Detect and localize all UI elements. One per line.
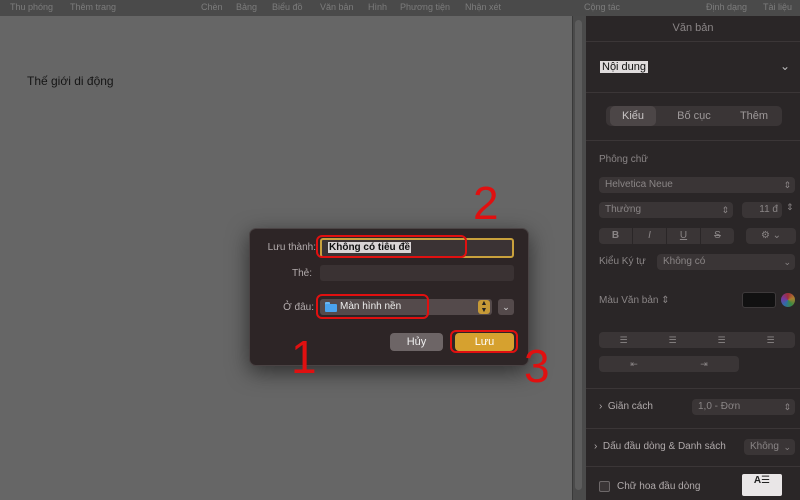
app-window: { "toolbar": { "items": ["Thu phóng", "T… bbox=[0, 0, 800, 500]
bold-button[interactable]: B bbox=[599, 228, 632, 244]
font-family-value: Helvetica Neue bbox=[605, 179, 673, 190]
spacing-select[interactable]: 1,0 - Đơn ⇕ bbox=[692, 399, 795, 415]
save-as-label: Lưu thành: bbox=[267, 242, 316, 253]
step-number-3: 3 bbox=[524, 340, 550, 392]
dropcap-checkbox[interactable] bbox=[599, 481, 610, 492]
step-number-1: 1 bbox=[291, 331, 317, 383]
bullets-value: Không bbox=[750, 441, 779, 452]
up-down-icon: ▲ ▼ bbox=[478, 300, 490, 314]
toolbar-collaborate[interactable]: Cộng tác bbox=[584, 2, 620, 12]
toolbar-text[interactable]: Văn bản bbox=[320, 2, 354, 12]
toolbar: Thu phóng Thêm trang Chèn Bảng Biểu đồ V… bbox=[0, 0, 800, 16]
divider bbox=[586, 92, 800, 93]
chevron-down-icon: ⌄ bbox=[502, 302, 510, 312]
tags-label: Thẻ: bbox=[291, 268, 312, 279]
italic-button[interactable]: I bbox=[633, 228, 666, 244]
expand-dialog-button[interactable]: ⌄ bbox=[498, 299, 514, 315]
chevron-down-icon: ⌄ bbox=[783, 257, 791, 267]
toolbar-chart[interactable]: Biểu đồ bbox=[272, 2, 303, 12]
dropcap-style-button[interactable]: A☰ bbox=[742, 474, 782, 496]
tab-more[interactable]: Thêm bbox=[730, 106, 778, 126]
char-style-value: Không có bbox=[663, 256, 706, 267]
step-number-2: 2 bbox=[473, 177, 499, 229]
divider bbox=[586, 466, 800, 467]
dropcap-preview-icon: A bbox=[753, 475, 762, 486]
font-style-select[interactable]: Thường ⇕ bbox=[599, 202, 733, 218]
divider bbox=[586, 41, 800, 42]
spacing-value: 1,0 - Đơn bbox=[698, 401, 741, 412]
text-options-button[interactable]: ⚙ ⌄ bbox=[746, 228, 796, 244]
gear-icon: ⚙ ⌄ bbox=[760, 230, 782, 241]
bullets-label: Dấu đầu dòng & Danh sách bbox=[602, 441, 726, 452]
inspector-title: Văn bản bbox=[672, 22, 714, 34]
toolbar-shape[interactable]: Hình bbox=[368, 2, 387, 12]
indent-buttons: ⇤ ⇥ bbox=[599, 356, 739, 372]
highlight-location bbox=[316, 294, 429, 319]
align-left-icon[interactable]: ☰ bbox=[599, 332, 648, 348]
scrollbar-thumb[interactable] bbox=[575, 20, 582, 490]
align-center-icon[interactable]: ☰ bbox=[648, 332, 697, 348]
tab-style[interactable]: Kiểu bbox=[610, 106, 656, 126]
highlight-save bbox=[450, 330, 518, 353]
strikethrough-button[interactable]: S bbox=[701, 228, 734, 244]
spacing-label: Giãn cách bbox=[607, 401, 653, 412]
alignment-buttons: ☰ ☰ ☰ ☰ bbox=[599, 332, 795, 348]
bullets-section-toggle[interactable]: › Dấu đầu dòng & Danh sách bbox=[594, 441, 726, 452]
underline-button[interactable]: U bbox=[667, 228, 700, 244]
highlight-filename bbox=[316, 235, 467, 258]
text-color-label-text: Màu Văn bản bbox=[599, 295, 659, 306]
font-style-value: Thường bbox=[605, 204, 642, 215]
toolbar-comment[interactable]: Nhận xét bbox=[465, 2, 501, 12]
stepper-icon[interactable]: ⇕ bbox=[786, 202, 794, 213]
document-body-text[interactable]: Thế giới di động bbox=[27, 74, 114, 88]
char-style-select[interactable]: Không có ⌄ bbox=[657, 254, 795, 270]
tags-input[interactable] bbox=[320, 265, 514, 281]
divider bbox=[586, 428, 800, 429]
up-down-icon: ⇕ bbox=[783, 180, 791, 190]
align-justify-icon[interactable]: ☰ bbox=[746, 332, 795, 348]
dropcap-label: Chữ hoa đầu dòng bbox=[617, 481, 701, 492]
where-label: Ở đâu: bbox=[283, 302, 314, 313]
toolbar-zoom[interactable]: Thu phóng bbox=[10, 2, 53, 12]
inspector-tabs: Kiểu Bố cục Thêm bbox=[606, 106, 782, 126]
font-section-label: Phông chữ bbox=[599, 154, 648, 165]
chevron-down-icon: ⌄ bbox=[779, 59, 790, 73]
cancel-button[interactable]: Hủy bbox=[390, 333, 443, 351]
font-size-field[interactable]: 11 đ bbox=[742, 202, 782, 218]
up-down-icon: ⇕ bbox=[661, 295, 670, 306]
text-color-swatch[interactable] bbox=[742, 292, 776, 308]
font-family-select[interactable]: Helvetica Neue ⇕ bbox=[599, 177, 795, 193]
paragraph-style-selector[interactable]: Nội dung ⌄ bbox=[596, 58, 796, 78]
chevron-down-icon: ⌄ bbox=[783, 442, 791, 452]
indent-icon[interactable]: ⇥ bbox=[669, 356, 739, 372]
toolbar-add-page[interactable]: Thêm trang bbox=[70, 2, 116, 12]
toolbar-media[interactable]: Phương tiện bbox=[400, 2, 450, 12]
up-down-icon: ⇕ bbox=[783, 402, 791, 412]
divider bbox=[586, 388, 800, 389]
toolbar-document[interactable]: Tài liệu bbox=[763, 2, 792, 12]
tab-layout[interactable]: Bố cục bbox=[666, 106, 722, 126]
toolbar-table[interactable]: Bảng bbox=[236, 2, 257, 12]
outdent-icon[interactable]: ⇤ bbox=[599, 356, 669, 372]
up-down-icon: ⇕ bbox=[721, 205, 729, 215]
align-right-icon[interactable]: ☰ bbox=[697, 332, 746, 348]
bullets-select[interactable]: Không ⌄ bbox=[744, 439, 795, 455]
color-wheel-icon[interactable] bbox=[781, 293, 795, 307]
spacing-section-toggle[interactable]: › Giãn cách bbox=[599, 401, 653, 412]
divider bbox=[586, 140, 800, 141]
font-size-value: 11 đ bbox=[759, 204, 778, 215]
char-style-label: Kiểu Ký tự bbox=[599, 256, 646, 267]
paragraph-style-label: Nội dung bbox=[600, 61, 649, 73]
text-color-label[interactable]: Màu Văn bản ⇕ bbox=[599, 295, 670, 306]
toolbar-insert[interactable]: Chèn bbox=[201, 2, 223, 12]
toolbar-format[interactable]: Định dạng bbox=[706, 2, 747, 12]
